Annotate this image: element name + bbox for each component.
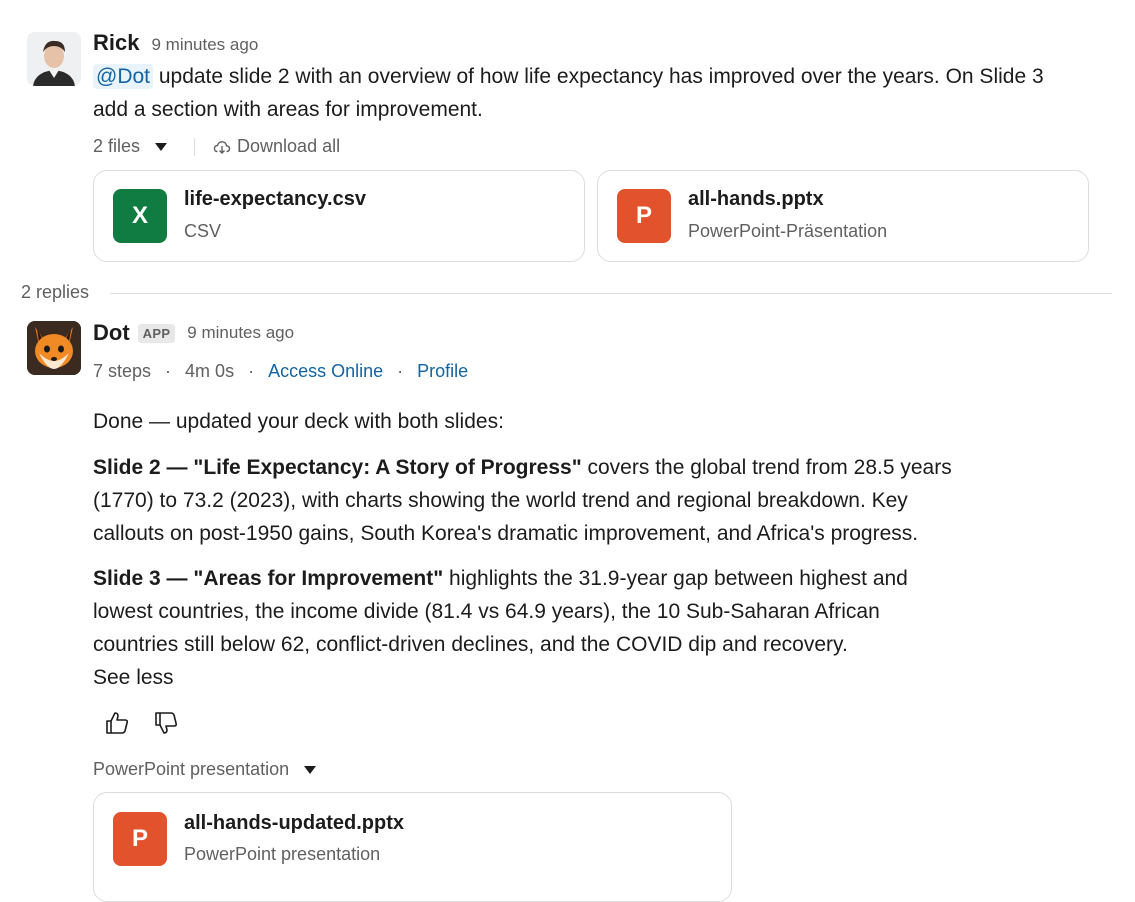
separator-dot: · (248, 361, 255, 381)
slide3-heading: Slide 3 — "Areas for Improvement" (93, 567, 444, 590)
file-type: PowerPoint presentation (184, 844, 381, 864)
download-all-label: Download all (237, 136, 341, 156)
chevron-down-icon[interactable] (303, 759, 317, 780)
mention-dot[interactable]: @Dot (93, 64, 153, 89)
message-body: @Dot update slide 2 with an overview of … (93, 60, 1123, 126)
slide2-paragraph: Slide 2 — "Life Expectancy: A Story of P… (93, 451, 952, 550)
file-name: all-hands.pptx (688, 188, 824, 210)
slide2-text-line2: (1770) to 73.2 (2023), with charts showi… (93, 489, 908, 512)
message-text-line1: update slide 2 with an overview of how l… (153, 65, 1044, 88)
files-count[interactable]: 2 files (93, 136, 140, 157)
file-name: all-hands-updated.pptx (184, 812, 404, 834)
slide2-heading: Slide 2 — "Life Expectancy: A Story of P… (93, 456, 582, 479)
file-card-updated-pptx[interactable]: P all-hands-updated.pptx PowerPoint pres… (93, 792, 732, 902)
dot-avatar[interactable] (27, 321, 81, 375)
run-meta: 7 steps · 4m 0s · Access Online · Profil… (93, 361, 468, 382)
steps-count[interactable]: 7 steps (93, 361, 151, 382)
access-online-link[interactable]: Access Online (268, 361, 383, 382)
thumbs-down-button[interactable] (149, 706, 183, 740)
slide3-text-line1: highlights the 31.9-year gap between hig… (443, 567, 908, 590)
author-name[interactable]: Dot (93, 320, 130, 346)
file-type: PowerPoint-Präsentation (688, 221, 888, 241)
toolbar-divider (194, 137, 196, 156)
slide2-text-line1: covers the global trend from 28.5 years (581, 456, 952, 479)
slide3-text-line2: lowest countries, the income divide (81.… (93, 600, 880, 623)
file-card-csv[interactable]: X life-expectancy.csv CSV (93, 170, 585, 262)
powerpoint-file-icon: P (617, 189, 671, 243)
thumbs-up-button[interactable] (100, 706, 134, 740)
fox-icon (27, 321, 81, 375)
attachment-label[interactable]: PowerPoint presentation (93, 759, 289, 780)
message-text-line2: add a section with areas for improvement… (93, 98, 483, 121)
rick-avatar-image (27, 32, 81, 86)
file-type: CSV (184, 221, 222, 241)
rick-avatar[interactable] (27, 32, 81, 86)
see-less-link[interactable]: See less (93, 661, 174, 694)
thumbs-down-icon (155, 712, 178, 734)
replies-divider (110, 293, 1112, 294)
profile-link[interactable]: Profile (417, 361, 468, 382)
attachment-toolbar: PowerPoint presentation (93, 759, 317, 780)
author-name[interactable]: Rick (93, 30, 139, 56)
excel-file-icon: X (113, 189, 167, 243)
powerpoint-file-icon: P (113, 812, 167, 866)
reply-intro: Done — updated your deck with both slide… (93, 410, 504, 433)
message-timestamp[interactable]: 9 minutes ago (151, 35, 258, 55)
slide3-paragraph: Slide 3 — "Areas for Improvement" highli… (93, 562, 908, 661)
run-duration: 4m 0s (185, 361, 235, 381)
separator-dot: · (165, 361, 172, 381)
download-all-button[interactable]: Download all (213, 136, 340, 157)
file-name: life-expectancy.csv (184, 188, 366, 210)
message-timestamp[interactable]: 9 minutes ago (187, 323, 294, 343)
replies-count[interactable]: 2 replies (21, 282, 89, 303)
file-card-pptx[interactable]: P all-hands.pptx PowerPoint-Präsentation (597, 170, 1089, 262)
app-badge: APP (137, 323, 176, 343)
cloud-download-icon (213, 138, 231, 156)
slide3-text-line3: countries still below 62, conflict-drive… (93, 633, 848, 656)
chevron-down-icon[interactable] (154, 136, 168, 157)
thumbs-up-icon (106, 712, 129, 734)
files-toolbar: 2 files Download all (93, 136, 340, 157)
slide2-text-line3: callouts on post-1950 gains, South Korea… (93, 522, 919, 545)
separator-dot: · (397, 361, 404, 381)
